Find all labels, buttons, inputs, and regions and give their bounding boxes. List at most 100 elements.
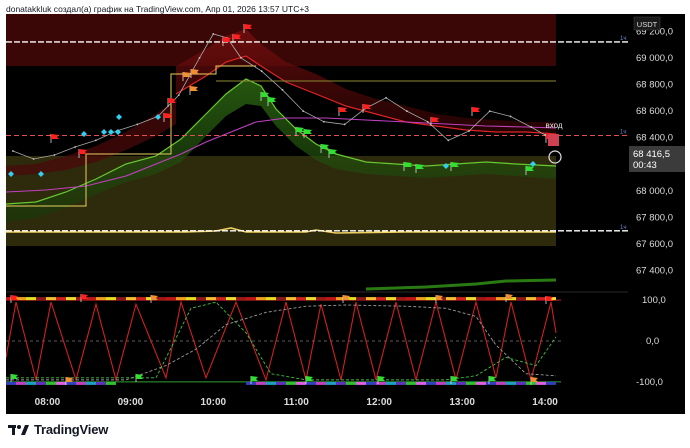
entry-marker (548, 134, 559, 146)
osc-red-flag-0 (10, 295, 18, 303)
osc-top-bar-12 (126, 297, 136, 301)
chart-panel[interactable]: 1ч 1ч 1ч вход 69 200,0 69 000,0 68 800,0 68 6… (6, 14, 685, 414)
red-flag-7 (338, 107, 347, 116)
red-flag-0 (50, 134, 59, 143)
osc-orange-flag-0 (150, 295, 158, 303)
osc-top-bar-30 (306, 297, 316, 301)
osc-bottom-bar-39 (396, 381, 406, 385)
osc-top-bar-13 (136, 297, 146, 301)
osc-bottom-bar-8 (86, 381, 96, 385)
time-tick-3: 11:00 (284, 397, 309, 408)
osc-top-bar-38 (386, 297, 396, 301)
osc-top-bar-35 (356, 297, 366, 301)
osc-bottom-bar-38 (386, 381, 396, 385)
price-point (488, 110, 491, 112)
osc-top-bar-3 (36, 297, 46, 301)
price-point (281, 88, 284, 91)
osc-orange-flag-3 (505, 294, 513, 302)
tradingview-logo-text: TradingView (34, 422, 109, 437)
chart-snapshot: donatakkluk создал(а) график на TradingV… (0, 0, 690, 448)
price-point (426, 120, 429, 123)
osc-bottom-bar-42 (426, 381, 436, 385)
price-tick-2: 68 800,0 (636, 79, 673, 90)
price-point (343, 123, 346, 126)
osc-top-bar-27 (276, 297, 286, 301)
osc-top-bar-49 (496, 297, 506, 301)
osc-top-bar-18 (186, 297, 196, 301)
osc-top-bar-44 (446, 297, 456, 301)
osc-top-bar-17 (176, 297, 186, 301)
level-tag-3: 1ч (620, 225, 626, 231)
price-point (94, 139, 97, 142)
red-flag-7-cloth (339, 107, 347, 112)
green-flag-3-cloth (304, 129, 312, 134)
osc-bottom-bar-33 (336, 381, 346, 385)
tradingview-logo-icon (8, 424, 29, 435)
time-tick-1: 09:00 (118, 397, 144, 408)
osc-tick-0: 100,0 (642, 295, 666, 306)
price-point (530, 126, 533, 128)
price-point (323, 120, 325, 123)
osc-bottom-bar-54 (546, 381, 556, 385)
osc-red-flag-2 (545, 296, 553, 304)
osc-bottom-bar-51 (516, 381, 526, 385)
time-tick-2: 10:00 (201, 397, 227, 408)
osc-top-bar-11 (116, 297, 126, 301)
green-flag-2-cloth (296, 127, 304, 132)
osc-green-flag-1-cloth (136, 374, 143, 379)
osc-bottom-bar-28 (286, 381, 296, 385)
osc-top-bar-42 (426, 297, 436, 301)
osc-top-bar-29 (296, 297, 306, 301)
osc-bottom-bar-37 (376, 381, 386, 385)
osc-bottom-bar-46 (466, 381, 476, 385)
price-point (53, 154, 56, 156)
osc-bottom-bar-43 (436, 381, 446, 385)
osc-green-flag-6-cloth (489, 376, 496, 381)
price-point (12, 150, 14, 152)
osc-red-flag-1 (80, 294, 88, 302)
price-point (240, 56, 242, 59)
osc-top-bar-5 (56, 297, 66, 301)
last-price-value: 68 416,5 (633, 149, 670, 160)
oscillator-axis: 100,0 0,0 -100,0 (636, 295, 666, 388)
osc-bottom-bar-29 (296, 381, 306, 385)
osc-bottom-bar-50 (506, 381, 516, 385)
osc-top-bar-19 (196, 297, 206, 301)
osc-orange-flag-3-cloth (506, 294, 513, 299)
osc-bottom-bar-9 (96, 381, 106, 385)
price-tick-1: 69 000,0 (636, 53, 673, 64)
osc-bottom-bar-6 (66, 381, 76, 385)
osc-top-bar-40 (406, 297, 416, 301)
price-point (302, 110, 305, 112)
osc-top-bar-28 (286, 297, 296, 301)
time-tick-0: 08:00 (35, 397, 61, 408)
osc-orange-flag-1 (342, 295, 350, 303)
osc-green-flag-3-cloth (306, 376, 313, 381)
osc-top-bar-23 (236, 297, 246, 301)
time-tick-6: 14:00 (532, 397, 558, 408)
cyan-diamond-2 (81, 131, 87, 137)
price-point (136, 123, 139, 126)
price-tick-7: 67 800,0 (636, 212, 673, 223)
price-point (260, 70, 263, 73)
osc-top-bar-21 (216, 297, 226, 301)
osc-top-bar-47 (476, 297, 486, 301)
osc-top-bar-53 (536, 297, 546, 301)
osc-top-bar-51 (516, 297, 526, 301)
chart-svg[interactable]: 1ч1ч1ч вход 69 200,069 000,068 800,068 6… (6, 14, 685, 414)
tradingview-logo[interactable]: TradingView (8, 422, 108, 437)
osc-tick-1: 0,0 (646, 336, 659, 347)
osc-bottom-bar-32 (326, 381, 336, 385)
price-point (509, 115, 512, 118)
osc-bottom-bar-53 (536, 381, 546, 385)
osc-bottom-bar-0 (6, 381, 16, 385)
osc-top-bar-39 (396, 297, 406, 301)
low-green-line (365, 278, 557, 291)
price-point (32, 158, 35, 160)
time-tick-4: 12:00 (366, 397, 392, 408)
osc-bottom-bar-2 (26, 381, 36, 385)
green-flag-1-cloth (268, 97, 276, 102)
osc-bottom-bar-35 (356, 381, 366, 385)
price-point (212, 33, 215, 35)
currency-label: USDT (637, 20, 658, 29)
